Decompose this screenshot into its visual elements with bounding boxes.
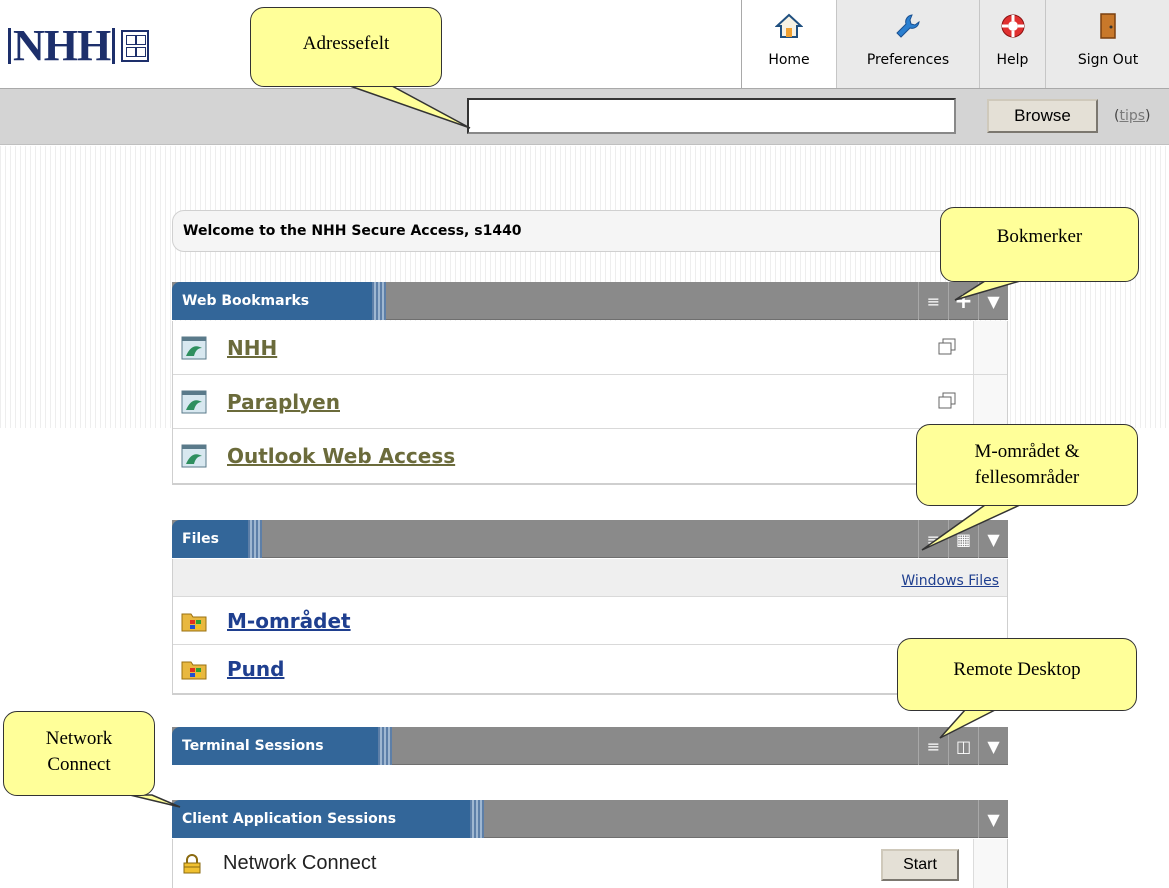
files-header: Files ≡ ▦ ▼ <box>172 520 1008 558</box>
home-button[interactable]: Home <box>742 0 837 88</box>
client-app-sessions-list: Network Connect Start <box>172 839 1008 888</box>
panel-grip[interactable] <box>248 520 262 558</box>
row-side-cell <box>973 321 1007 374</box>
remote-desktop-callout-text: Remote Desktop <box>953 659 1081 680</box>
web-bookmarks-list: NHH Paraplyen Outlook Web Access <box>172 321 1008 485</box>
list-view-icon[interactable]: ≡ <box>918 727 948 765</box>
windows-folder-icon <box>181 613 207 631</box>
browse-button[interactable]: Browse <box>987 99 1098 133</box>
top-header: NHH Home Preferences Help Sign Out <box>0 0 1169 88</box>
network-connect-callout-text: Network Connect <box>3 717 155 787</box>
list-view-icon[interactable]: ≡ <box>918 520 948 558</box>
padlock-icon <box>183 853 201 873</box>
client-app-sessions-title: Client Application Sessions <box>172 800 470 838</box>
lifebuoy-icon <box>1001 14 1024 38</box>
help-button[interactable]: Help <box>980 0 1046 88</box>
add-file-share-icon[interactable]: ▦ <box>948 520 978 558</box>
file-row: Pund <box>173 645 1007 693</box>
web-bookmarks-header: Web Bookmarks ≡ + ▼ <box>172 282 1008 320</box>
files-list: Windows Files M-området Pund <box>172 559 1008 695</box>
network-connect-callout-line1: Network <box>45 728 113 749</box>
add-bookmark-icon[interactable]: + <box>948 282 978 320</box>
sign-out-label: Sign Out <box>1077 52 1139 68</box>
start-button[interactable]: Start <box>881 849 959 881</box>
preferences-button[interactable]: Preferences <box>837 0 980 88</box>
terminal-sessions-title: Terminal Sessions <box>172 727 378 765</box>
row-side-cell <box>973 839 1007 888</box>
list-view-icon[interactable]: ≡ <box>918 282 948 320</box>
new-window-icon[interactable] <box>937 391 957 411</box>
nhh-logo: NHH <box>6 24 150 68</box>
web-bookmarks-title: Web Bookmarks <box>172 282 372 320</box>
web-page-icon <box>181 444 207 468</box>
welcome-banner: Welcome to the NHH Secure Access, s1440 <box>172 210 1008 252</box>
bookmark-link[interactable]: NHH <box>227 336 277 360</box>
add-remote-desktop-icon[interactable]: ◫ <box>948 727 978 765</box>
bookmark-link[interactable]: Outlook Web Access <box>227 444 455 468</box>
network-connect-callout-line2: Connect <box>47 754 111 775</box>
help-label: Help <box>996 52 1029 68</box>
home-icon <box>775 13 803 38</box>
sign-out-button[interactable]: Sign Out <box>1046 0 1169 88</box>
collapse-icon[interactable]: ▼ <box>978 520 1008 558</box>
bookmark-link[interactable]: Paraplyen <box>227 390 340 414</box>
preferences-label: Preferences <box>866 52 950 68</box>
session-row: Network Connect Start <box>173 839 1007 888</box>
url-input[interactable] <box>467 98 956 134</box>
collapse-icon[interactable]: ▼ <box>978 282 1008 320</box>
tips-link-wrapper: (tips) <box>1114 108 1151 124</box>
bokmerker-callout-text: Bokmerker <box>996 226 1083 247</box>
wrench-icon <box>896 14 920 38</box>
collapse-icon[interactable]: ▼ <box>978 727 1008 765</box>
logo-seal-icon <box>121 30 150 62</box>
tips-link[interactable]: tips <box>1119 108 1145 124</box>
home-label: Home <box>768 52 810 68</box>
file-share-link[interactable]: M-området <box>227 609 351 633</box>
windows-files-link[interactable]: Windows Files <box>901 573 999 589</box>
files-title: Files <box>172 520 248 558</box>
m-omradet-callout-text: M-området & fellesområder <box>916 430 1138 500</box>
web-page-icon <box>181 336 207 359</box>
address-bar: Browse (tips) <box>0 88 1169 145</box>
files-subbar: Windows Files <box>173 559 1007 597</box>
m-omradet-callout-line1: M-området & <box>974 441 1080 462</box>
file-row: M-området <box>173 597 1007 645</box>
panel-grip[interactable] <box>372 282 386 320</box>
m-omradet-callout-line2: fellesområder <box>974 467 1080 488</box>
terminal-sessions-header: Terminal Sessions ≡ ◫ ▼ <box>172 727 1008 765</box>
web-page-icon <box>181 390 207 413</box>
bookmark-row: Paraplyen <box>173 375 1007 429</box>
bookmark-row: NHH <box>173 321 1007 375</box>
toolbar: Home Preferences Help Sign Out <box>741 0 1169 88</box>
client-app-sessions-header: Client Application Sessions ▼ <box>172 800 1008 838</box>
panel-grip[interactable] <box>470 800 484 838</box>
network-connect-label: Network Connect <box>223 852 377 874</box>
windows-folder-icon <box>181 661 207 680</box>
file-share-link[interactable]: Pund <box>227 657 284 681</box>
new-window-icon[interactable] <box>937 337 957 357</box>
panel-grip[interactable] <box>378 727 392 765</box>
door-icon <box>1100 13 1116 39</box>
bookmark-row: Outlook Web Access <box>173 429 1007 483</box>
row-side-cell <box>973 375 1007 428</box>
adressefelt-callout-text: Adressefelt <box>302 33 390 54</box>
collapse-icon[interactable]: ▼ <box>978 800 1008 838</box>
